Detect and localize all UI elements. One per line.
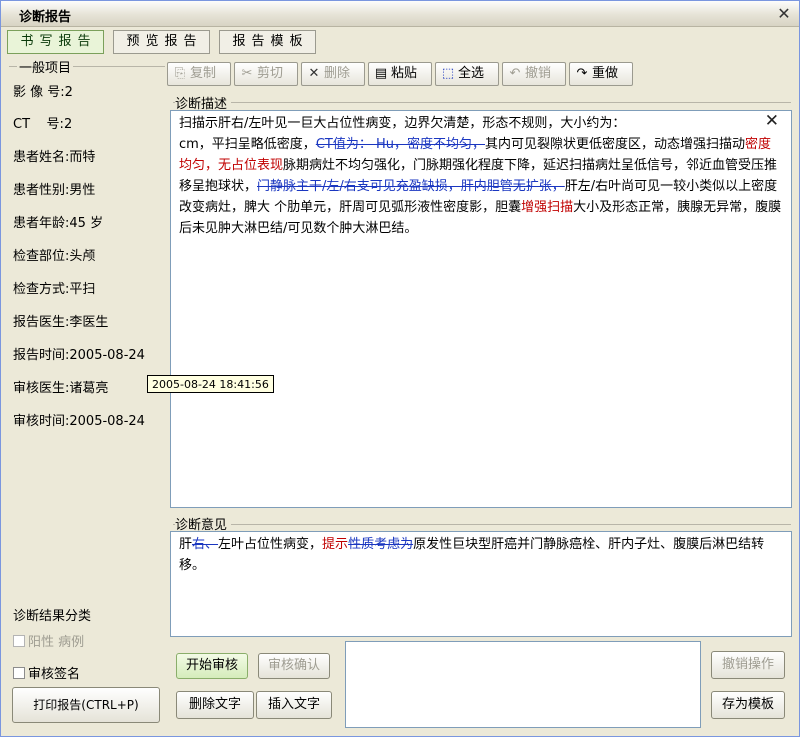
field-value: 而特 — [69, 150, 96, 165]
paste-icon: ▤ — [374, 66, 388, 81]
checkbox-box[interactable] — [13, 635, 25, 647]
field-exam-method: 检查方式:平扫 — [13, 282, 96, 297]
field-value: 45 岁 — [69, 216, 104, 231]
field-patient-age: 患者年龄:45 岁 — [13, 216, 104, 231]
scissors-icon: ✂ — [241, 66, 253, 81]
save-template-button[interactable]: 存为模板 — [711, 691, 785, 719]
description-textarea[interactable]: ✕ 扫描示肝右/左叶见一巨大占位性病变，边界欠清楚，形态不规则，大小约为： cm… — [170, 110, 792, 508]
field-ct-number: CT 号:2 — [13, 117, 73, 132]
result-class-label: 诊断结果分类 — [13, 609, 92, 624]
select-all-button[interactable]: ⬚ 全选 — [435, 62, 499, 86]
start-review-button[interactable]: 开始审核 — [176, 653, 248, 679]
positive-case-checkbox[interactable]: 阳性 病例 — [13, 631, 84, 650]
copy-button[interactable]: ⎘ 复制 — [167, 62, 231, 86]
insert-text-button[interactable]: 插入文字 — [256, 691, 332, 719]
struck-text: CT值为： Hu，密度不均匀， — [315, 137, 485, 152]
review-sign-checkbox[interactable]: 审核签名 — [13, 663, 80, 682]
struck-text: 性质考虑为 — [348, 537, 414, 552]
field-review-time: 审核时间:2005-08-24 — [13, 414, 145, 429]
field-value: 2 — [63, 117, 73, 132]
field-value: 头颅 — [69, 249, 96, 264]
cut-button[interactable]: ✂ 剪切 — [234, 62, 298, 86]
positive-case-label: 阳性 病例 — [28, 635, 85, 650]
undo-icon: ↶ — [509, 66, 521, 81]
field-patient-name: 患者姓名:而特 — [13, 150, 96, 165]
confirm-review-button[interactable]: 审核确认 — [258, 653, 330, 679]
delete-text-button[interactable]: 删除文字 — [176, 691, 254, 719]
field-value: 2 — [64, 85, 73, 100]
opinion-divider — [173, 524, 791, 525]
title-bar: 诊断报告 ✕ — [1, 1, 799, 27]
close-icon[interactable]: ✕ — [775, 5, 793, 23]
report-window: 诊断报告 ✕ 书写报告 预览报告 报告模板 一般项目 影 像 号:2 CT 号:… — [0, 0, 800, 737]
field-report-doctor: 报告医生:李医生 — [13, 315, 109, 330]
field-report-time: 报告时间:2005-08-24 — [13, 348, 145, 363]
undo-operation-button[interactable]: 撤销操作 — [711, 651, 785, 679]
field-review-doctor: 审核医生:诸葛亮 — [13, 381, 109, 396]
redo-icon: ↷ — [576, 66, 588, 81]
review-sign-label: 审核签名 — [28, 667, 81, 682]
field-image-number: 影 像 号:2 — [13, 85, 73, 100]
field-value: 2005-08-24 — [69, 414, 145, 429]
group-title: 一般项目 — [17, 57, 74, 76]
copy-icon: ⎘ — [174, 66, 186, 81]
struck-text: 右、 — [192, 537, 219, 552]
review-time-tooltip: 2005-08-24 18:41:56 — [147, 375, 274, 393]
field-value: 平扫 — [69, 282, 96, 297]
delete-x-icon: ✕ — [308, 66, 320, 81]
window-title: 诊断报告 — [19, 10, 72, 25]
field-value: 2005-08-24 — [69, 348, 145, 363]
opinion-textarea[interactable]: 肝右、左叶占位性病变，提示性质考虑为原发性巨块型肝癌并门静脉癌栓、肝内子灶、腹膜… — [170, 531, 792, 637]
review-notes-textarea[interactable] — [345, 641, 701, 728]
tab-preview-report[interactable]: 预览报告 — [113, 30, 210, 54]
inserted-text: 增强扫描 — [521, 200, 574, 215]
undo-button[interactable]: ↶ 撤销 — [502, 62, 566, 86]
general-items-panel: 一般项目 影 像 号:2 CT 号:2 患者姓名:而特 患者性别:男性 患者年龄… — [5, 57, 165, 735]
field-value: 李医生 — [69, 315, 109, 330]
select-all-icon: ⬚ — [441, 66, 455, 81]
field-patient-gender: 患者性别:男性 — [13, 183, 96, 198]
inserted-text: 提示 — [322, 537, 349, 552]
redo-button[interactable]: ↷ 重做 — [569, 62, 633, 86]
delete-button[interactable]: ✕ 删除 — [301, 62, 365, 86]
checkbox-box[interactable] — [13, 667, 25, 679]
tab-report-template[interactable]: 报告模板 — [219, 30, 316, 54]
clear-x-icon[interactable]: ✕ — [765, 111, 779, 132]
field-value: 诸葛亮 — [69, 381, 109, 396]
field-exam-site: 检查部位:头颅 — [13, 249, 96, 264]
description-divider — [173, 102, 791, 103]
tab-write-report[interactable]: 书写报告 — [7, 30, 104, 54]
paste-button[interactable]: ▤ 粘贴 — [368, 62, 432, 86]
field-value: 男性 — [69, 183, 96, 198]
print-report-button[interactable]: 打印报告(CTRL+P) — [12, 687, 160, 723]
struck-text: 门静脉主干/左/右支可见充盈缺损，肝内胆管无扩张， — [257, 179, 565, 194]
